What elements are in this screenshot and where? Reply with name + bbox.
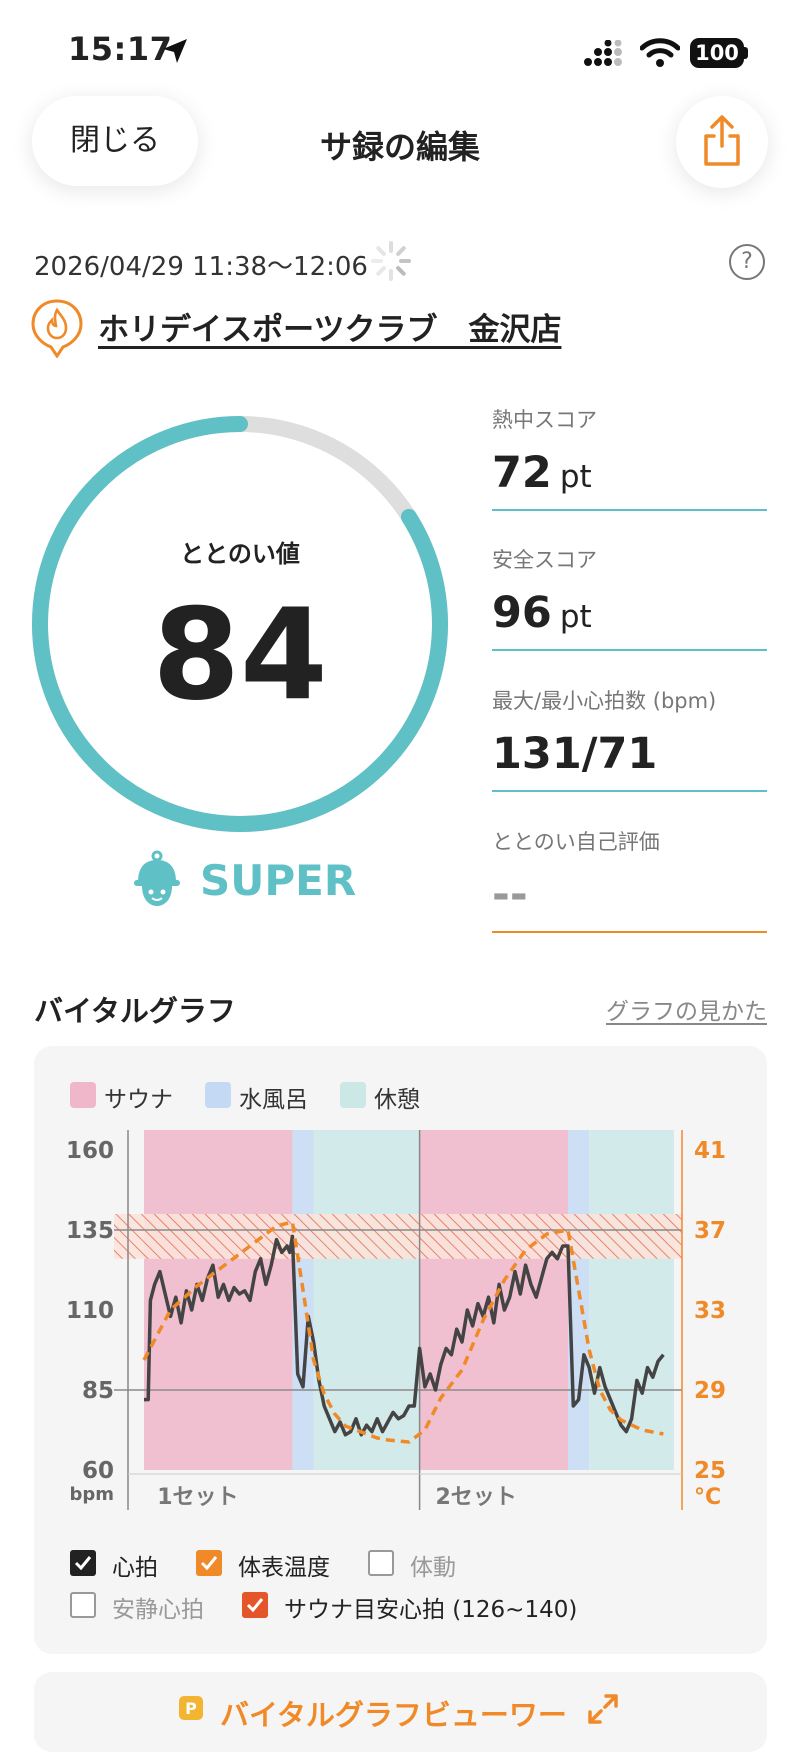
y-right-tick-label: 29 [694,1378,726,1404]
metric-value-heat: 72 pt [492,448,592,498]
check-icon [74,1556,92,1571]
battery-icon: 100 [690,38,744,68]
y-right-tick-label: 37 [694,1218,726,1244]
status-time: 15:17 [68,30,173,68]
metric-label-heat: 熱中スコア [492,408,597,432]
location-arrow-icon [163,39,187,63]
y-right-axis-title: °C [694,1485,721,1510]
skin-temperature-label: 体表温度 [238,1555,330,1581]
check-icon [246,1598,264,1613]
sauna-target-band [114,1214,682,1259]
x-set-label: 2セット [436,1485,517,1510]
facility-flame-icon [31,299,83,358]
help-button[interactable]: ? [729,244,765,280]
expand-icon [588,1694,618,1724]
metric-divider [492,649,767,651]
share-icon [704,115,740,166]
metric-value-self-eval[interactable]: -- [492,870,528,920]
share-button[interactable] [676,96,768,188]
metric-divider [492,509,767,511]
legend-swatch-cold-bath [205,1082,231,1108]
legend-label-sauna: サウナ [104,1087,173,1113]
legend-label-cold-bath: 水風呂 [239,1087,308,1113]
y-left-tick-label: 85 [82,1378,114,1404]
sauna-target-hr-label: サウナ目安心拍 (126~140) [284,1597,578,1623]
premium-badge-icon: P [179,1696,203,1720]
body-movement-label: 体動 [410,1555,456,1581]
legend-swatch-sauna [70,1082,96,1108]
x-set-label: 1セット [157,1485,238,1510]
self-eval-divider [492,931,767,933]
y-left-axis-title: bpm [69,1484,114,1505]
check-icon [200,1556,218,1571]
score-level: SUPER [200,856,357,905]
skin-temperature-checkbox[interactable] [196,1550,222,1576]
y-right-tick-label: 33 [694,1298,726,1324]
vital-graph-viewer-label: バイタルグラフビューワー [220,1698,567,1732]
wifi-icon [640,38,680,67]
metric-label-safety: 安全スコア [492,548,597,572]
vital-chart[interactable]: 160 135 110 85 60 41 37 33 29 25 bpm °C 1セット 2セット [34,1120,767,1520]
sauna-target-hr-checkbox[interactable] [242,1592,268,1618]
vital-graph-title: バイタルグラフ [34,994,236,1028]
body-movement-checkbox[interactable] [368,1550,394,1576]
y-left-tick-label: 135 [66,1218,114,1244]
resting-heart-rate-checkbox[interactable] [70,1592,96,1618]
svg-text:P: P [185,1699,197,1718]
graph-guide-link[interactable]: グラフの見かた [606,992,767,1026]
metric-value-safety: 96 pt [492,588,592,638]
y-right-tick-label: 41 [694,1138,726,1164]
score-value: 84 [152,581,328,728]
metric-label-heart-rate: 最大/最小心拍数 (bpm) [492,689,717,713]
metric-label-self-eval: ととのい自己評価 [492,830,660,854]
cellular-signal-icon [584,40,622,66]
y-left-tick-label: 160 [66,1138,114,1164]
score-label: ととのい値 [180,540,300,568]
heart-rate-label: 心拍 [112,1555,158,1581]
facility-link[interactable]: ホリデイスポーツクラブ 金沢店 [98,304,561,349]
legend-swatch-rest [340,1082,366,1108]
battery-nub [744,47,748,59]
phase-band [419,1130,568,1470]
metric-value-heart-rate: 131/71 [492,729,658,779]
metric-divider [492,790,767,792]
y-left-tick-label: 110 [66,1298,114,1324]
session-date: 2026/04/29 11:38～12:06 [34,252,368,282]
sauna-hat-mascot-icon [134,850,180,906]
heart-rate-checkbox[interactable] [70,1550,96,1576]
y-right-tick-label: 25 [694,1458,726,1484]
loading-spinner-icon [371,241,411,281]
y-left-tick-label: 60 [82,1458,114,1484]
legend-label-rest: 休憩 [374,1087,420,1113]
resting-heart-rate-label: 安静心拍 [112,1597,204,1623]
